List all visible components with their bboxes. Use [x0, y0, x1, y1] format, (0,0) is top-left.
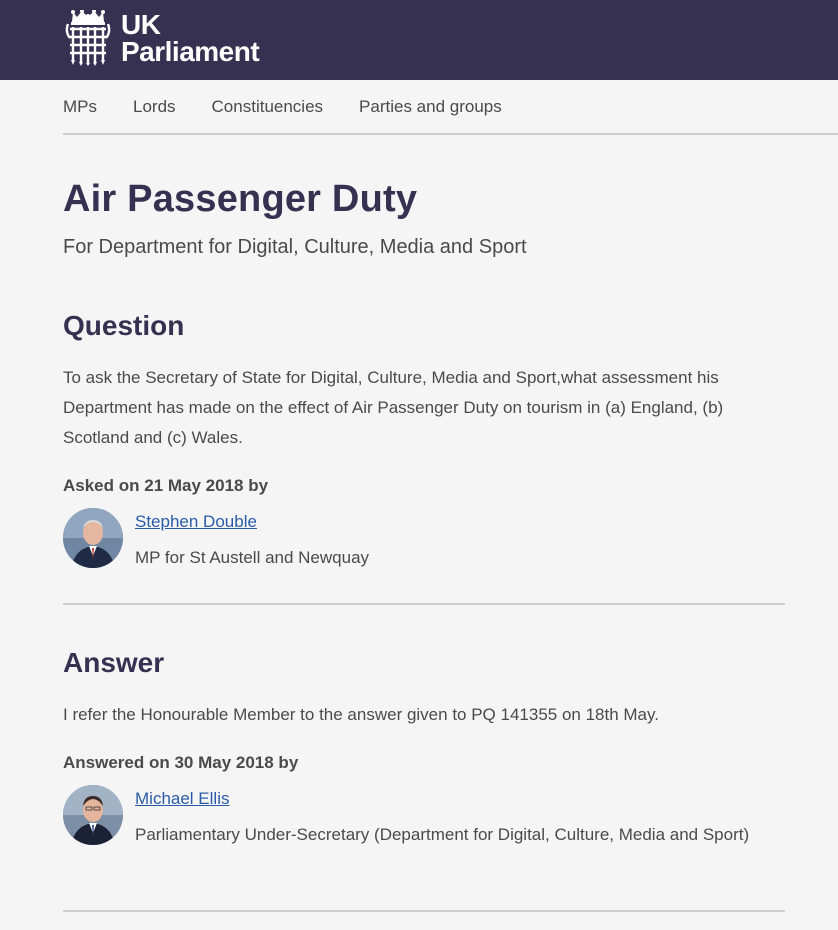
asked-on-label: Asked on 21 May 2018 by: [63, 476, 269, 495]
member-photo-icon: [63, 785, 123, 845]
member-role: Parliamentary Under-Secretary (Departmen…: [135, 825, 750, 844]
uk-parliament-logo[interactable]: UK Parliament: [63, 9, 260, 67]
main-nav: MPs Lords Constituencies Parties and gro…: [63, 80, 838, 135]
site-header: UK Parliament: [0, 0, 838, 80]
section-divider: [63, 603, 785, 605]
nav-item-constituencies[interactable]: Constituencies: [212, 79, 324, 134]
stephen-double-avatar: [63, 508, 123, 568]
answer-text: I refer the Honourable Member to the ans…: [63, 705, 659, 724]
logo-line-uk: UK: [121, 9, 161, 40]
portcullis-icon: [65, 10, 111, 66]
logo-line-parliament: Parliament: [121, 36, 260, 67]
answered-on-label: Answered on 30 May 2018 by: [63, 753, 299, 772]
member-photo-icon: [63, 508, 123, 568]
answer-heading: Answer: [63, 647, 165, 678]
member-link-michael-ellis[interactable]: Michael Ellis: [135, 789, 229, 809]
nav-item-mps[interactable]: MPs: [63, 79, 97, 134]
page-subtitle: For Department for Digital, Culture, Med…: [63, 236, 527, 258]
michael-ellis-avatar: [63, 785, 123, 845]
member-link-stephen-double[interactable]: Stephen Double: [135, 512, 257, 532]
question-heading: Question: [63, 310, 185, 341]
nav-item-lords[interactable]: Lords: [133, 79, 176, 134]
page-title: Air Passenger Duty: [63, 178, 418, 220]
logo-wordmark: UK Parliament: [121, 9, 260, 67]
section-divider: [63, 910, 785, 912]
member-role: MP for St Austell and Newquay: [135, 548, 370, 567]
question-text: To ask the Secretary of State for Digita…: [63, 368, 724, 447]
nav-item-parties-and-groups[interactable]: Parties and groups: [359, 79, 502, 134]
